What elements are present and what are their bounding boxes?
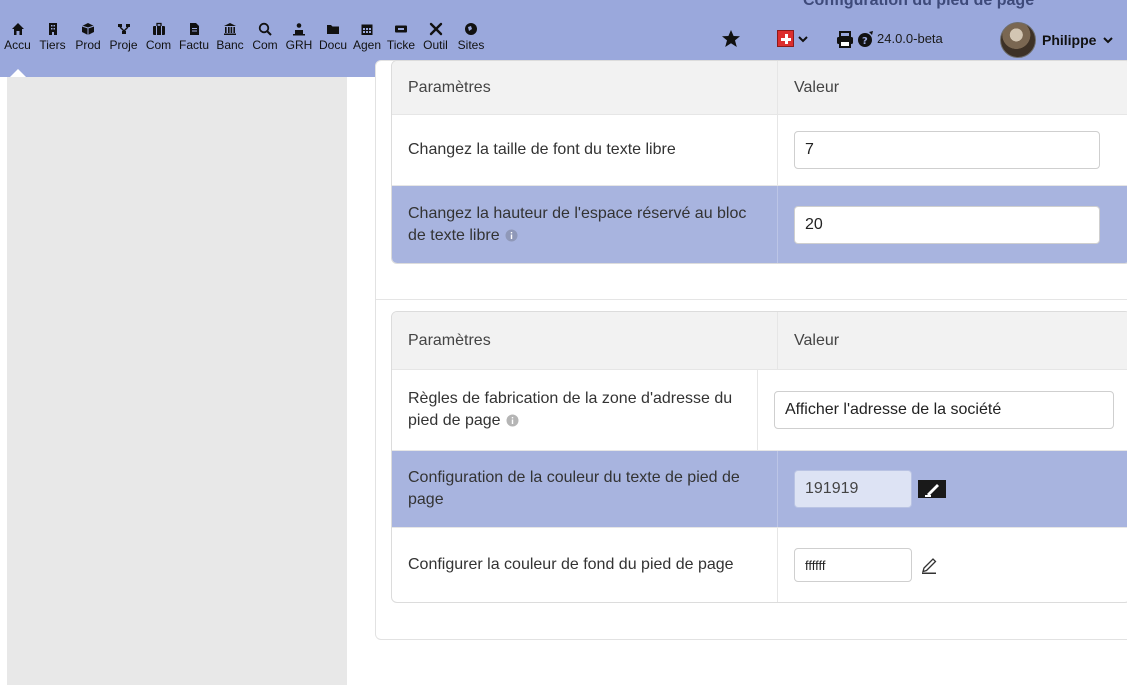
menu-item-label: Prod bbox=[75, 38, 101, 52]
free-text-height-input[interactable]: 20 bbox=[794, 205, 1100, 244]
menu-item-label: Banc bbox=[216, 38, 244, 52]
pencil-icon bbox=[922, 558, 937, 574]
project-icon bbox=[117, 24, 130, 34]
setting-label: Configuration de la couleur du texte de … bbox=[408, 469, 740, 508]
table-row: Changez la taille de font du texte libre… bbox=[392, 114, 1127, 185]
menu-item-label: GRH bbox=[285, 38, 313, 52]
menu-item-label: Com bbox=[252, 38, 278, 52]
chevron-down-icon bbox=[1103, 37, 1114, 44]
building-icon bbox=[48, 23, 57, 35]
info-icon[interactable] bbox=[505, 229, 518, 242]
menu-item-accounting[interactable]: Com bbox=[248, 0, 282, 77]
setting-value-cell: ffffff bbox=[777, 528, 1127, 602]
menu-item-billing[interactable]: Factu bbox=[176, 0, 212, 77]
section-divider bbox=[376, 299, 1127, 300]
setting-value-cell: 191919 bbox=[777, 451, 1127, 527]
setting-label: Configurer la couleur de fond du pied de… bbox=[408, 556, 734, 573]
search-dollar-icon bbox=[258, 22, 272, 36]
ticket-icon bbox=[395, 25, 407, 33]
table-row: Configuration de la couleur du texte de … bbox=[392, 450, 1127, 527]
menu-item-projects[interactable]: Proje bbox=[106, 0, 141, 77]
info-icon[interactable] bbox=[506, 414, 519, 427]
folder-icon bbox=[327, 25, 339, 34]
table-row: Règles de fabrication de la zone d'adres… bbox=[392, 369, 1127, 450]
column-header-parameters: Paramètres bbox=[408, 331, 491, 349]
menu-item-label: Outil bbox=[423, 38, 448, 52]
setting-value-cell: 20 bbox=[777, 186, 1127, 263]
menu-item-label: Accu bbox=[4, 38, 31, 52]
user-menu[interactable]: Philippe bbox=[1000, 22, 1114, 58]
setting-label: Changez la hauteur de l'espace réservé a… bbox=[408, 204, 747, 244]
page-title: Configuration du pied de page bbox=[803, 0, 1035, 9]
swiss-flag-icon bbox=[777, 30, 794, 47]
suitcase-icon bbox=[152, 22, 165, 35]
setting-label: Règles de fabrication de la zone d'adres… bbox=[408, 390, 733, 429]
invoice-icon bbox=[190, 23, 199, 35]
user-name: Philippe bbox=[1042, 32, 1097, 48]
free-text-font-size-input[interactable]: 7 bbox=[794, 131, 1100, 169]
table-row: Changez la hauteur de l'espace réservé a… bbox=[392, 185, 1127, 263]
menu-item-documents[interactable]: Docu bbox=[316, 0, 350, 77]
footer-text-color-input[interactable]: 191919 bbox=[794, 470, 912, 508]
footer-background-color-input[interactable]: ffffff bbox=[794, 548, 912, 582]
menu-item-products[interactable]: Prod bbox=[70, 0, 106, 77]
bank-icon bbox=[224, 23, 236, 35]
svg-text:?: ? bbox=[862, 36, 868, 47]
settings-table-free-text: Paramètres Valeur Changez la taille de f… bbox=[391, 60, 1127, 264]
avatar bbox=[1000, 22, 1036, 58]
footer-address-rule-select[interactable]: Afficher l'adresse de la société bbox=[774, 391, 1114, 429]
settings-table-footer: Paramètres Valeur Règles de fabrication … bbox=[391, 311, 1127, 603]
setting-value-cell: Afficher l'adresse de la société bbox=[757, 370, 1127, 450]
menu-item-thirdparties[interactable]: Tiers bbox=[35, 0, 70, 77]
menu-item-label: Factu bbox=[178, 38, 209, 52]
setting-value-cell: 7 bbox=[777, 115, 1127, 185]
tools-icon bbox=[429, 22, 442, 36]
menu-item-label: Com bbox=[145, 38, 172, 52]
color-picker-button[interactable] bbox=[918, 480, 946, 498]
menu-item-label: Ticke bbox=[386, 38, 416, 52]
calendar-icon bbox=[361, 24, 373, 35]
table-row: Configurer la couleur de fond du pied de… bbox=[392, 527, 1127, 602]
column-header-parameters: Paramètres bbox=[408, 78, 491, 96]
setting-label-cell: Changez la hauteur de l'espace réservé a… bbox=[392, 186, 777, 263]
menu-item-bank[interactable]: Banc bbox=[212, 0, 248, 77]
printer-icon[interactable] bbox=[836, 31, 854, 48]
column-header-value: Valeur bbox=[777, 61, 1127, 114]
setting-label: Changez la taille de font du texte libre bbox=[408, 141, 676, 158]
menu-item-label: Proje bbox=[109, 38, 138, 52]
table-header-row: Paramètres Valeur bbox=[392, 61, 1127, 114]
chevron-down-icon bbox=[798, 35, 808, 42]
menu-item-hrm[interactable]: GRH bbox=[282, 0, 316, 77]
menu-item-label: Sites bbox=[457, 38, 485, 52]
left-sidebar bbox=[7, 77, 347, 685]
menu-item-label: Docu bbox=[318, 38, 347, 52]
star-icon[interactable] bbox=[721, 29, 741, 48]
table-header-row: Paramètres Valeur bbox=[392, 312, 1127, 369]
menu-item-label: Agen bbox=[352, 38, 382, 52]
color-picker-button[interactable] bbox=[918, 555, 942, 575]
menu-item-home[interactable]: Accu bbox=[0, 0, 35, 77]
menu-item-label: Tiers bbox=[39, 38, 66, 52]
globe-icon bbox=[465, 23, 477, 35]
home-icon bbox=[11, 23, 24, 35]
color-swatch-icon bbox=[918, 480, 946, 498]
version-label: 24.0.0-beta bbox=[877, 31, 943, 46]
language-dropdown[interactable] bbox=[777, 30, 809, 47]
help-icon[interactable]: ? bbox=[857, 30, 875, 48]
setting-label-cell: Règles de fabrication de la zone d'adres… bbox=[392, 370, 757, 450]
column-header-value: Valeur bbox=[777, 312, 1127, 369]
people-icon bbox=[293, 23, 305, 36]
cube-icon bbox=[81, 23, 95, 35]
menu-item-commercial[interactable]: Com bbox=[141, 0, 176, 77]
